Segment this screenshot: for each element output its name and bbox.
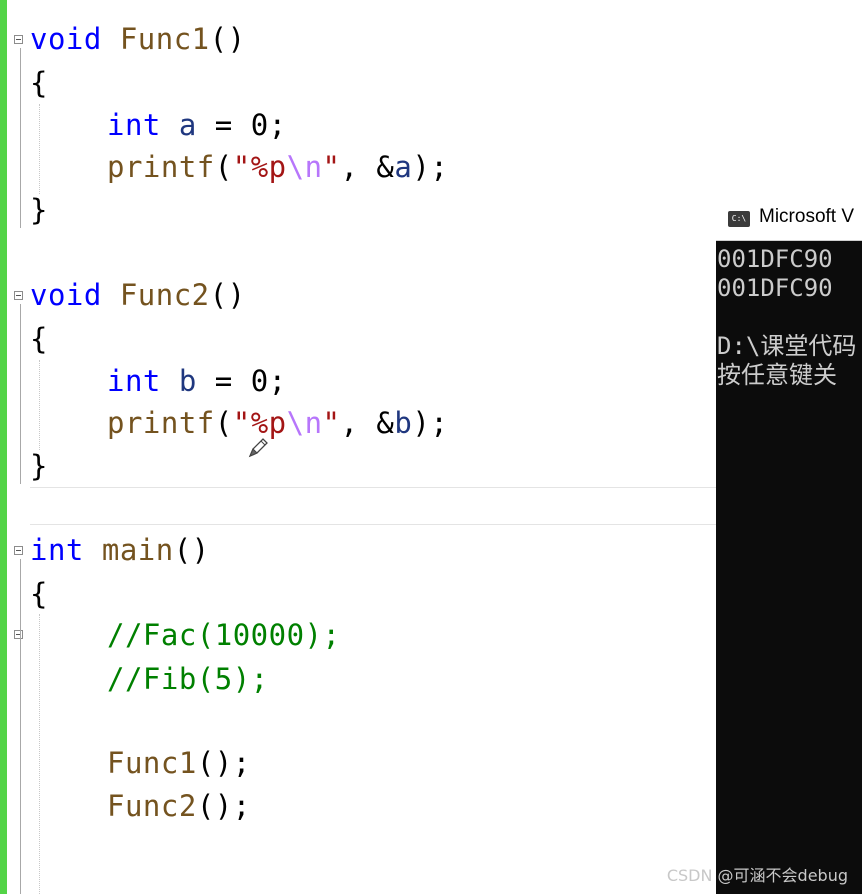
code-token: (); bbox=[196, 746, 251, 780]
code-token: ( bbox=[214, 406, 233, 440]
code-token: } bbox=[30, 193, 48, 227]
fold-region-line bbox=[20, 559, 22, 894]
code-token: \n bbox=[286, 406, 323, 440]
code-token: = 0; bbox=[196, 364, 287, 398]
code-line[interactable]: } bbox=[30, 448, 48, 484]
code-token: a bbox=[394, 150, 413, 184]
fold-region-line bbox=[20, 48, 22, 228]
console-output-line: 001DFC90 bbox=[717, 274, 833, 302]
code-token: printf bbox=[107, 406, 215, 440]
code-token: ( bbox=[214, 150, 233, 184]
code-token: b bbox=[394, 406, 413, 440]
console-app-icon: C:\ bbox=[728, 211, 750, 227]
console-title: Microsoft V bbox=[759, 206, 855, 227]
code-line[interactable]: //Fac(10000); bbox=[107, 617, 340, 653]
code-line[interactable]: void Func1() bbox=[30, 21, 246, 57]
code-token: = 0; bbox=[196, 108, 287, 142]
code-token: (); bbox=[196, 789, 251, 823]
console-output-line: D:\课堂代码 bbox=[717, 332, 857, 360]
indent-guide bbox=[39, 614, 41, 894]
fold-region-line bbox=[20, 304, 22, 484]
code-token: Func2 bbox=[107, 789, 197, 823]
current-line-highlight bbox=[30, 487, 720, 525]
code-line[interactable]: int a = 0; bbox=[107, 107, 287, 143]
code-token: , & bbox=[340, 150, 395, 184]
code-token: void bbox=[30, 22, 102, 56]
code-token: () bbox=[173, 533, 210, 567]
fold-collapse-icon[interactable] bbox=[14, 35, 23, 44]
code-token: a bbox=[178, 108, 197, 142]
code-line[interactable]: //Fib(5); bbox=[107, 661, 269, 697]
code-token: " bbox=[322, 150, 341, 184]
code-token: ); bbox=[412, 406, 449, 440]
code-token: { bbox=[30, 66, 48, 100]
code-token: "%p bbox=[232, 150, 287, 184]
code-line[interactable]: } bbox=[30, 192, 48, 228]
console-output-line: 001DFC90 bbox=[717, 245, 833, 273]
code-token: //Fac(10000); bbox=[107, 618, 341, 652]
code-token: int bbox=[107, 108, 161, 142]
code-token: main bbox=[101, 533, 174, 567]
code-token: { bbox=[30, 577, 48, 611]
code-token: , & bbox=[340, 406, 395, 440]
code-line[interactable]: Func2(); bbox=[107, 788, 251, 824]
code-token: () bbox=[209, 22, 246, 56]
code-token: "%p bbox=[232, 406, 287, 440]
fold-collapse-icon[interactable] bbox=[14, 291, 23, 300]
code-line[interactable]: { bbox=[30, 576, 48, 612]
code-token: b bbox=[178, 364, 197, 398]
console-window[interactable]: C:\ Microsoft V 001DFC90 001DFC90 D:\课堂代… bbox=[716, 197, 862, 894]
code-token: ); bbox=[412, 150, 449, 184]
code-line[interactable]: printf("%p\n", &b); bbox=[107, 405, 448, 441]
code-token: \n bbox=[286, 150, 323, 184]
pencil-cursor-icon bbox=[248, 438, 268, 458]
code-token: { bbox=[30, 322, 48, 356]
code-token: void bbox=[30, 278, 102, 312]
console-output-line: 按任意键关 bbox=[717, 361, 837, 389]
code-token: Func1 bbox=[119, 22, 210, 56]
code-token: int bbox=[30, 533, 84, 567]
console-titlebar[interactable]: C:\ Microsoft V bbox=[716, 197, 862, 241]
fold-collapse-icon[interactable] bbox=[14, 546, 23, 555]
change-tracking-bar bbox=[0, 0, 7, 894]
code-line[interactable]: int b = 0; bbox=[107, 363, 287, 399]
code-token: " bbox=[322, 406, 341, 440]
code-token: int bbox=[107, 364, 161, 398]
code-line[interactable]: void Func2() bbox=[30, 277, 246, 313]
indent-guide bbox=[39, 104, 41, 194]
code-line[interactable]: { bbox=[30, 321, 48, 357]
watermark: CSDN @可涵不会debug bbox=[666, 866, 848, 885]
code-token: () bbox=[209, 278, 246, 312]
code-token: //Fib(5); bbox=[107, 662, 269, 696]
code-token: } bbox=[30, 449, 48, 483]
code-token: printf bbox=[107, 150, 215, 184]
code-token: Func1 bbox=[107, 746, 197, 780]
code-line[interactable]: int main() bbox=[30, 532, 210, 568]
code-line[interactable]: { bbox=[30, 65, 48, 101]
indent-guide bbox=[39, 360, 41, 450]
code-token: Func2 bbox=[119, 278, 210, 312]
code-line[interactable]: Func1(); bbox=[107, 745, 251, 781]
code-line[interactable]: printf("%p\n", &a); bbox=[107, 149, 448, 185]
